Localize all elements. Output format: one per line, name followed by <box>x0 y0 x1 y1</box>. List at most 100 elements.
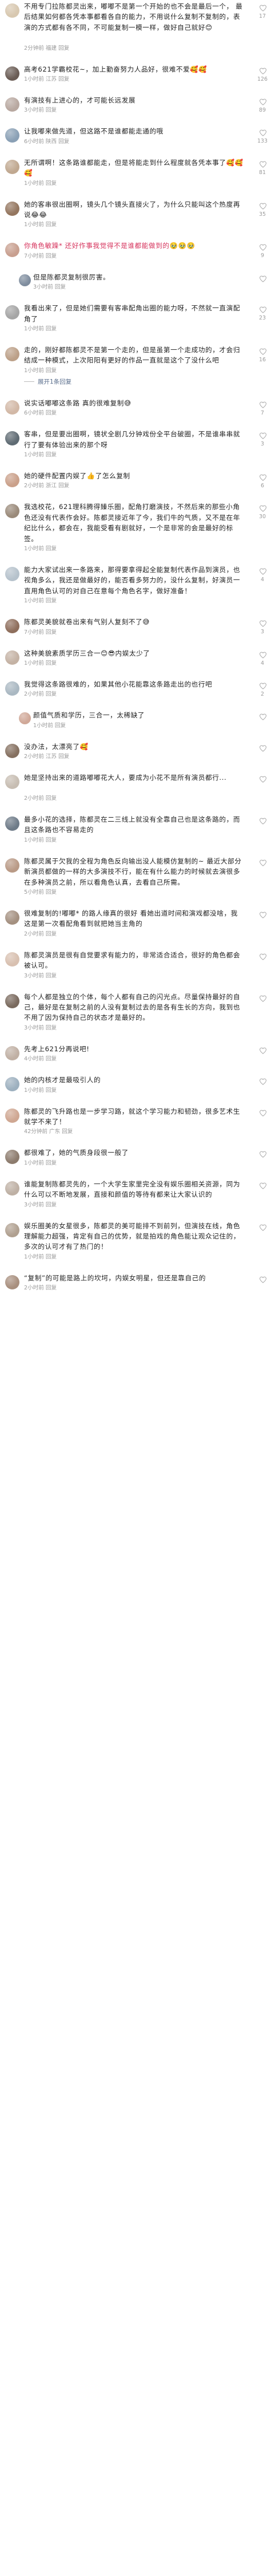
reply-button[interactable]: 回复 <box>58 45 69 52</box>
avatar[interactable] <box>5 400 19 415</box>
reply-button[interactable]: 回复 <box>46 1202 57 1208</box>
expand-replies-link[interactable]: 展开1条回复 <box>24 377 71 386</box>
reply-button[interactable]: 回复 <box>46 598 57 604</box>
like-heart-icon[interactable] <box>259 652 267 658</box>
reply-button[interactable]: 回复 <box>46 410 57 416</box>
reply-button[interactable]: 回复 <box>46 253 57 259</box>
avatar[interactable] <box>5 619 19 634</box>
avatar[interactable] <box>19 712 31 725</box>
like-heart-icon[interactable] <box>259 275 267 282</box>
avatar[interactable] <box>5 97 19 112</box>
like-heart-icon[interactable] <box>259 859 267 866</box>
reply-button[interactable]: 回复 <box>46 368 57 374</box>
like-heart-icon[interactable] <box>259 5 267 11</box>
avatar[interactable] <box>5 816 19 831</box>
like-heart-icon[interactable] <box>259 161 267 168</box>
like-heart-icon[interactable] <box>259 306 267 313</box>
like-heart-icon[interactable] <box>259 432 267 439</box>
like-heart-icon[interactable] <box>259 568 267 575</box>
avatar[interactable] <box>19 274 31 286</box>
like-heart-icon[interactable] <box>259 1182 267 1189</box>
reply-button[interactable]: 回复 <box>55 284 66 290</box>
avatar[interactable] <box>5 504 19 519</box>
avatar[interactable] <box>5 650 19 665</box>
reply-button[interactable]: 回复 <box>46 629 57 636</box>
avatar[interactable] <box>5 1222 19 1237</box>
avatar[interactable] <box>5 1150 19 1165</box>
avatar[interactable] <box>5 1181 19 1196</box>
reply-button[interactable]: 回复 <box>58 76 69 82</box>
like-heart-icon[interactable] <box>259 203 267 210</box>
avatar[interactable] <box>5 775 19 790</box>
avatar[interactable] <box>5 1046 19 1060</box>
avatar[interactable] <box>5 681 19 696</box>
reply-button[interactable]: 回复 <box>58 139 69 145</box>
avatar[interactable] <box>5 743 19 758</box>
reply-button[interactable]: 回复 <box>46 889 57 896</box>
reply-button[interactable]: 回复 <box>46 222 57 228</box>
avatar[interactable] <box>5 1275 19 1289</box>
like-heart-icon[interactable] <box>259 912 267 918</box>
reply-button[interactable]: 回复 <box>46 837 57 843</box>
like-heart-icon[interactable] <box>259 995 267 1002</box>
reply-button[interactable]: 回复 <box>46 660 57 666</box>
like-heart-icon[interactable] <box>259 401 267 408</box>
avatar[interactable] <box>5 159 19 174</box>
reply-button[interactable]: 回复 <box>46 1160 57 1166</box>
reply-button[interactable]: 回复 <box>46 180 57 187</box>
like-heart-icon[interactable] <box>259 474 267 481</box>
like-heart-icon[interactable] <box>259 683 267 689</box>
reply-button[interactable]: 回复 <box>46 795 57 802</box>
like-heart-icon[interactable] <box>259 713 267 721</box>
avatar[interactable] <box>5 952 19 967</box>
reply-button[interactable]: 回复 <box>46 691 57 697</box>
like-heart-icon[interactable] <box>259 1047 267 1054</box>
like-heart-icon[interactable] <box>259 1078 267 1085</box>
avatar[interactable] <box>5 201 19 216</box>
reply-button[interactable]: 回复 <box>46 1025 57 1031</box>
reply-button[interactable]: 回复 <box>46 973 57 979</box>
avatar[interactable] <box>5 567 19 581</box>
like-heart-icon[interactable] <box>259 68 267 74</box>
avatar[interactable] <box>5 473 19 487</box>
like-heart-icon[interactable] <box>259 1276 267 1283</box>
avatar[interactable] <box>5 305 19 320</box>
reply-button[interactable]: 回复 <box>62 1129 73 1135</box>
reply-button[interactable]: 回复 <box>46 1254 57 1260</box>
like-heart-icon[interactable] <box>259 129 267 137</box>
like-heart-icon[interactable] <box>259 505 267 512</box>
reply-button[interactable]: 回复 <box>46 326 57 332</box>
reply-button[interactable]: 回复 <box>46 452 57 458</box>
reply-button[interactable]: 回复 <box>46 1087 57 1094</box>
avatar[interactable] <box>5 66 19 81</box>
like-heart-icon[interactable] <box>259 244 267 251</box>
reply-button[interactable]: 回复 <box>46 1056 57 1062</box>
like-heart-icon[interactable] <box>259 98 267 105</box>
reply-button[interactable]: 回复 <box>58 483 69 489</box>
avatar[interactable] <box>5 347 19 361</box>
reply-button[interactable]: 回复 <box>46 546 57 552</box>
avatar[interactable] <box>5 858 19 873</box>
avatar[interactable] <box>5 128 19 143</box>
like-heart-icon[interactable] <box>259 776 267 783</box>
like-heart-icon[interactable] <box>259 1110 267 1117</box>
like-heart-icon[interactable] <box>259 953 267 960</box>
like-heart-icon[interactable] <box>259 745 267 752</box>
like-heart-icon[interactable] <box>259 1224 267 1231</box>
reply-button[interactable]: 回复 <box>46 107 57 113</box>
avatar[interactable] <box>5 1077 19 1092</box>
like-heart-icon[interactable] <box>259 348 267 355</box>
like-heart-icon[interactable] <box>259 620 267 627</box>
reply-button[interactable]: 回复 <box>55 723 66 729</box>
like-heart-icon[interactable] <box>259 818 267 825</box>
avatar[interactable] <box>5 431 19 446</box>
avatar[interactable] <box>5 910 19 925</box>
reply-button[interactable]: 回复 <box>46 1285 57 1291</box>
avatar[interactable] <box>5 993 19 1008</box>
like-heart-icon[interactable] <box>259 1151 267 1158</box>
reply-button[interactable]: 回复 <box>58 754 69 760</box>
reply-button[interactable]: 回复 <box>46 931 57 937</box>
avatar[interactable] <box>5 3 19 18</box>
avatar[interactable] <box>5 243 19 258</box>
avatar[interactable] <box>5 1108 19 1123</box>
